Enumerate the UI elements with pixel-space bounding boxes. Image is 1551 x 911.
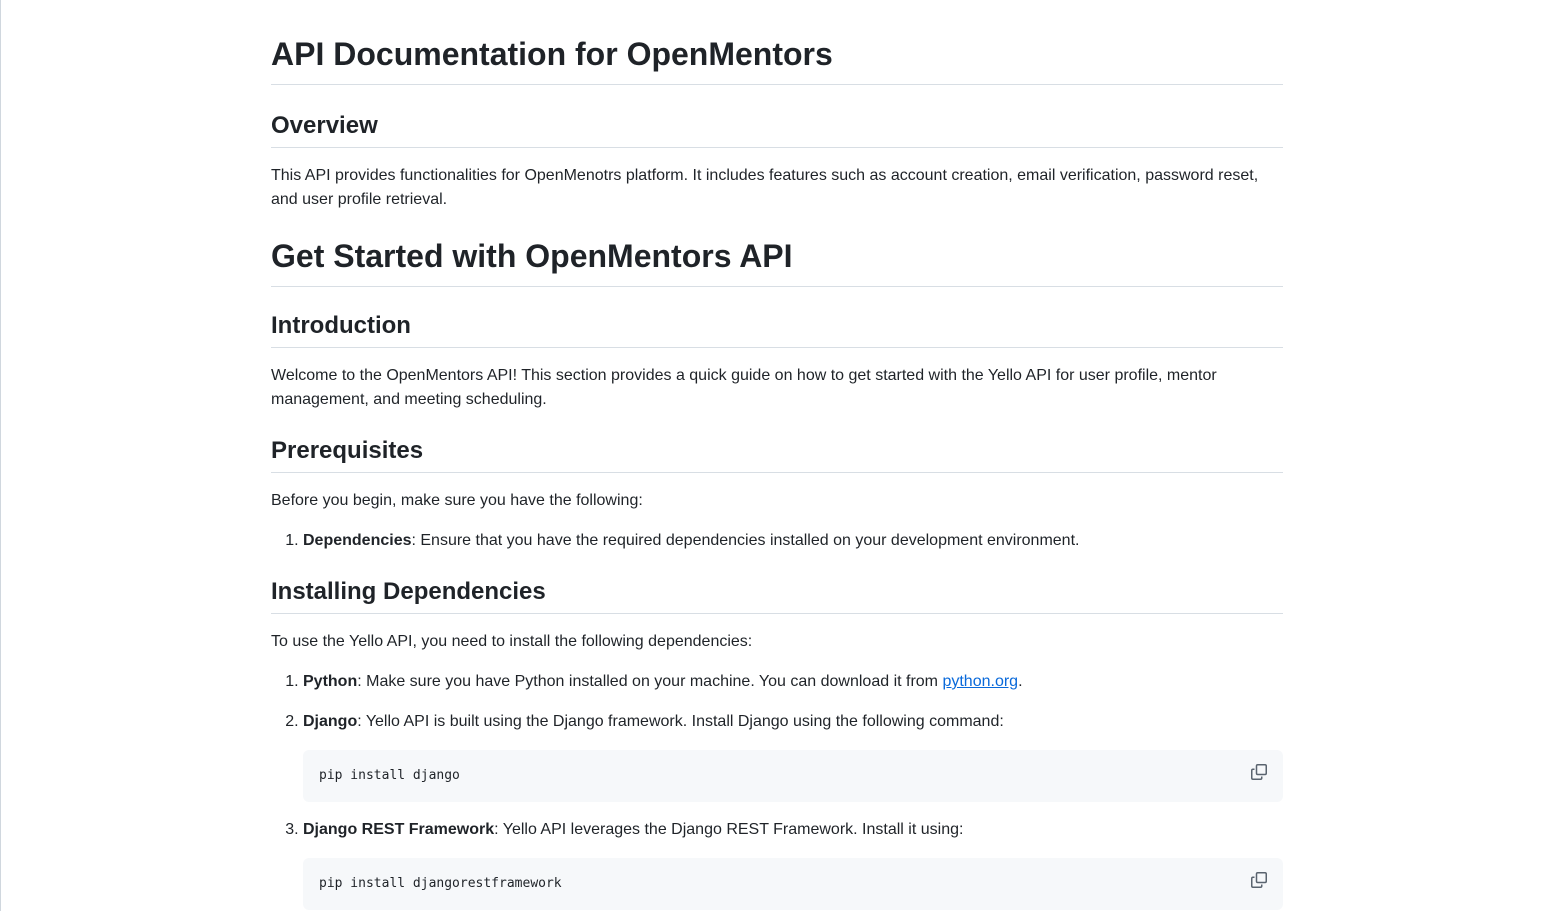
python-org-link[interactable]: python.org (942, 673, 1018, 690)
get-started-title: Get Started with OpenMentors API (271, 236, 1283, 287)
overview-heading: Overview (271, 111, 1283, 148)
copy-button[interactable] (1249, 870, 1269, 890)
prerequisites-text: Before you begin, make sure you have the… (271, 492, 643, 509)
dependencies-list: Python: Make sure you have Python instal… (271, 670, 1283, 910)
prerequisites-heading: Prerequisites (271, 436, 1283, 473)
markdown-document: API Documentation for OpenMentors Overvi… (271, 0, 1283, 910)
code-text[interactable]: pip install django (319, 766, 460, 786)
overview-text: This API provides functionalities for Op… (271, 167, 1259, 208)
introduction-text: Welcome to the OpenMentors API! This sec… (271, 367, 1217, 408)
list-item-text: : Ensure that you have the required depe… (411, 532, 1080, 549)
list-item-label: Python (303, 673, 358, 690)
list-item-label: Django REST Framework (303, 821, 495, 838)
list-item-suffix: . (1018, 673, 1023, 690)
page-title: API Documentation for OpenMentors (271, 0, 1283, 85)
list-item: Python: Make sure you have Python instal… (303, 670, 1283, 694)
installing-text: To use the Yello API, you need to instal… (271, 633, 753, 650)
installing-heading: Installing Dependencies (271, 577, 1283, 614)
list-item: Django REST Framework: Yello API leverag… (303, 818, 1283, 910)
list-item-label: Django (303, 713, 358, 730)
copy-icon (1251, 764, 1267, 780)
list-item-text: : Make sure you have Python installed on… (357, 673, 943, 690)
code-text[interactable]: pip install djangorestframework (319, 874, 562, 894)
prerequisites-list: Dependencies: Ensure that you have the r… (271, 529, 1283, 553)
page-left-border (0, 0, 1, 911)
list-item-label: Dependencies (303, 532, 412, 549)
list-item: Dependencies: Ensure that you have the r… (303, 529, 1283, 553)
list-item-text: : Yello API is built using the Django fr… (357, 713, 1004, 730)
copy-button[interactable] (1249, 762, 1269, 782)
copy-icon (1251, 872, 1267, 888)
code-block: pip install django (303, 750, 1283, 802)
code-block: pip install djangorestframework (303, 858, 1283, 910)
introduction-heading: Introduction (271, 311, 1283, 348)
list-item: Django: Yello API is built using the Dja… (303, 710, 1283, 802)
list-item-text: : Yello API leverages the Django REST Fr… (494, 821, 964, 838)
